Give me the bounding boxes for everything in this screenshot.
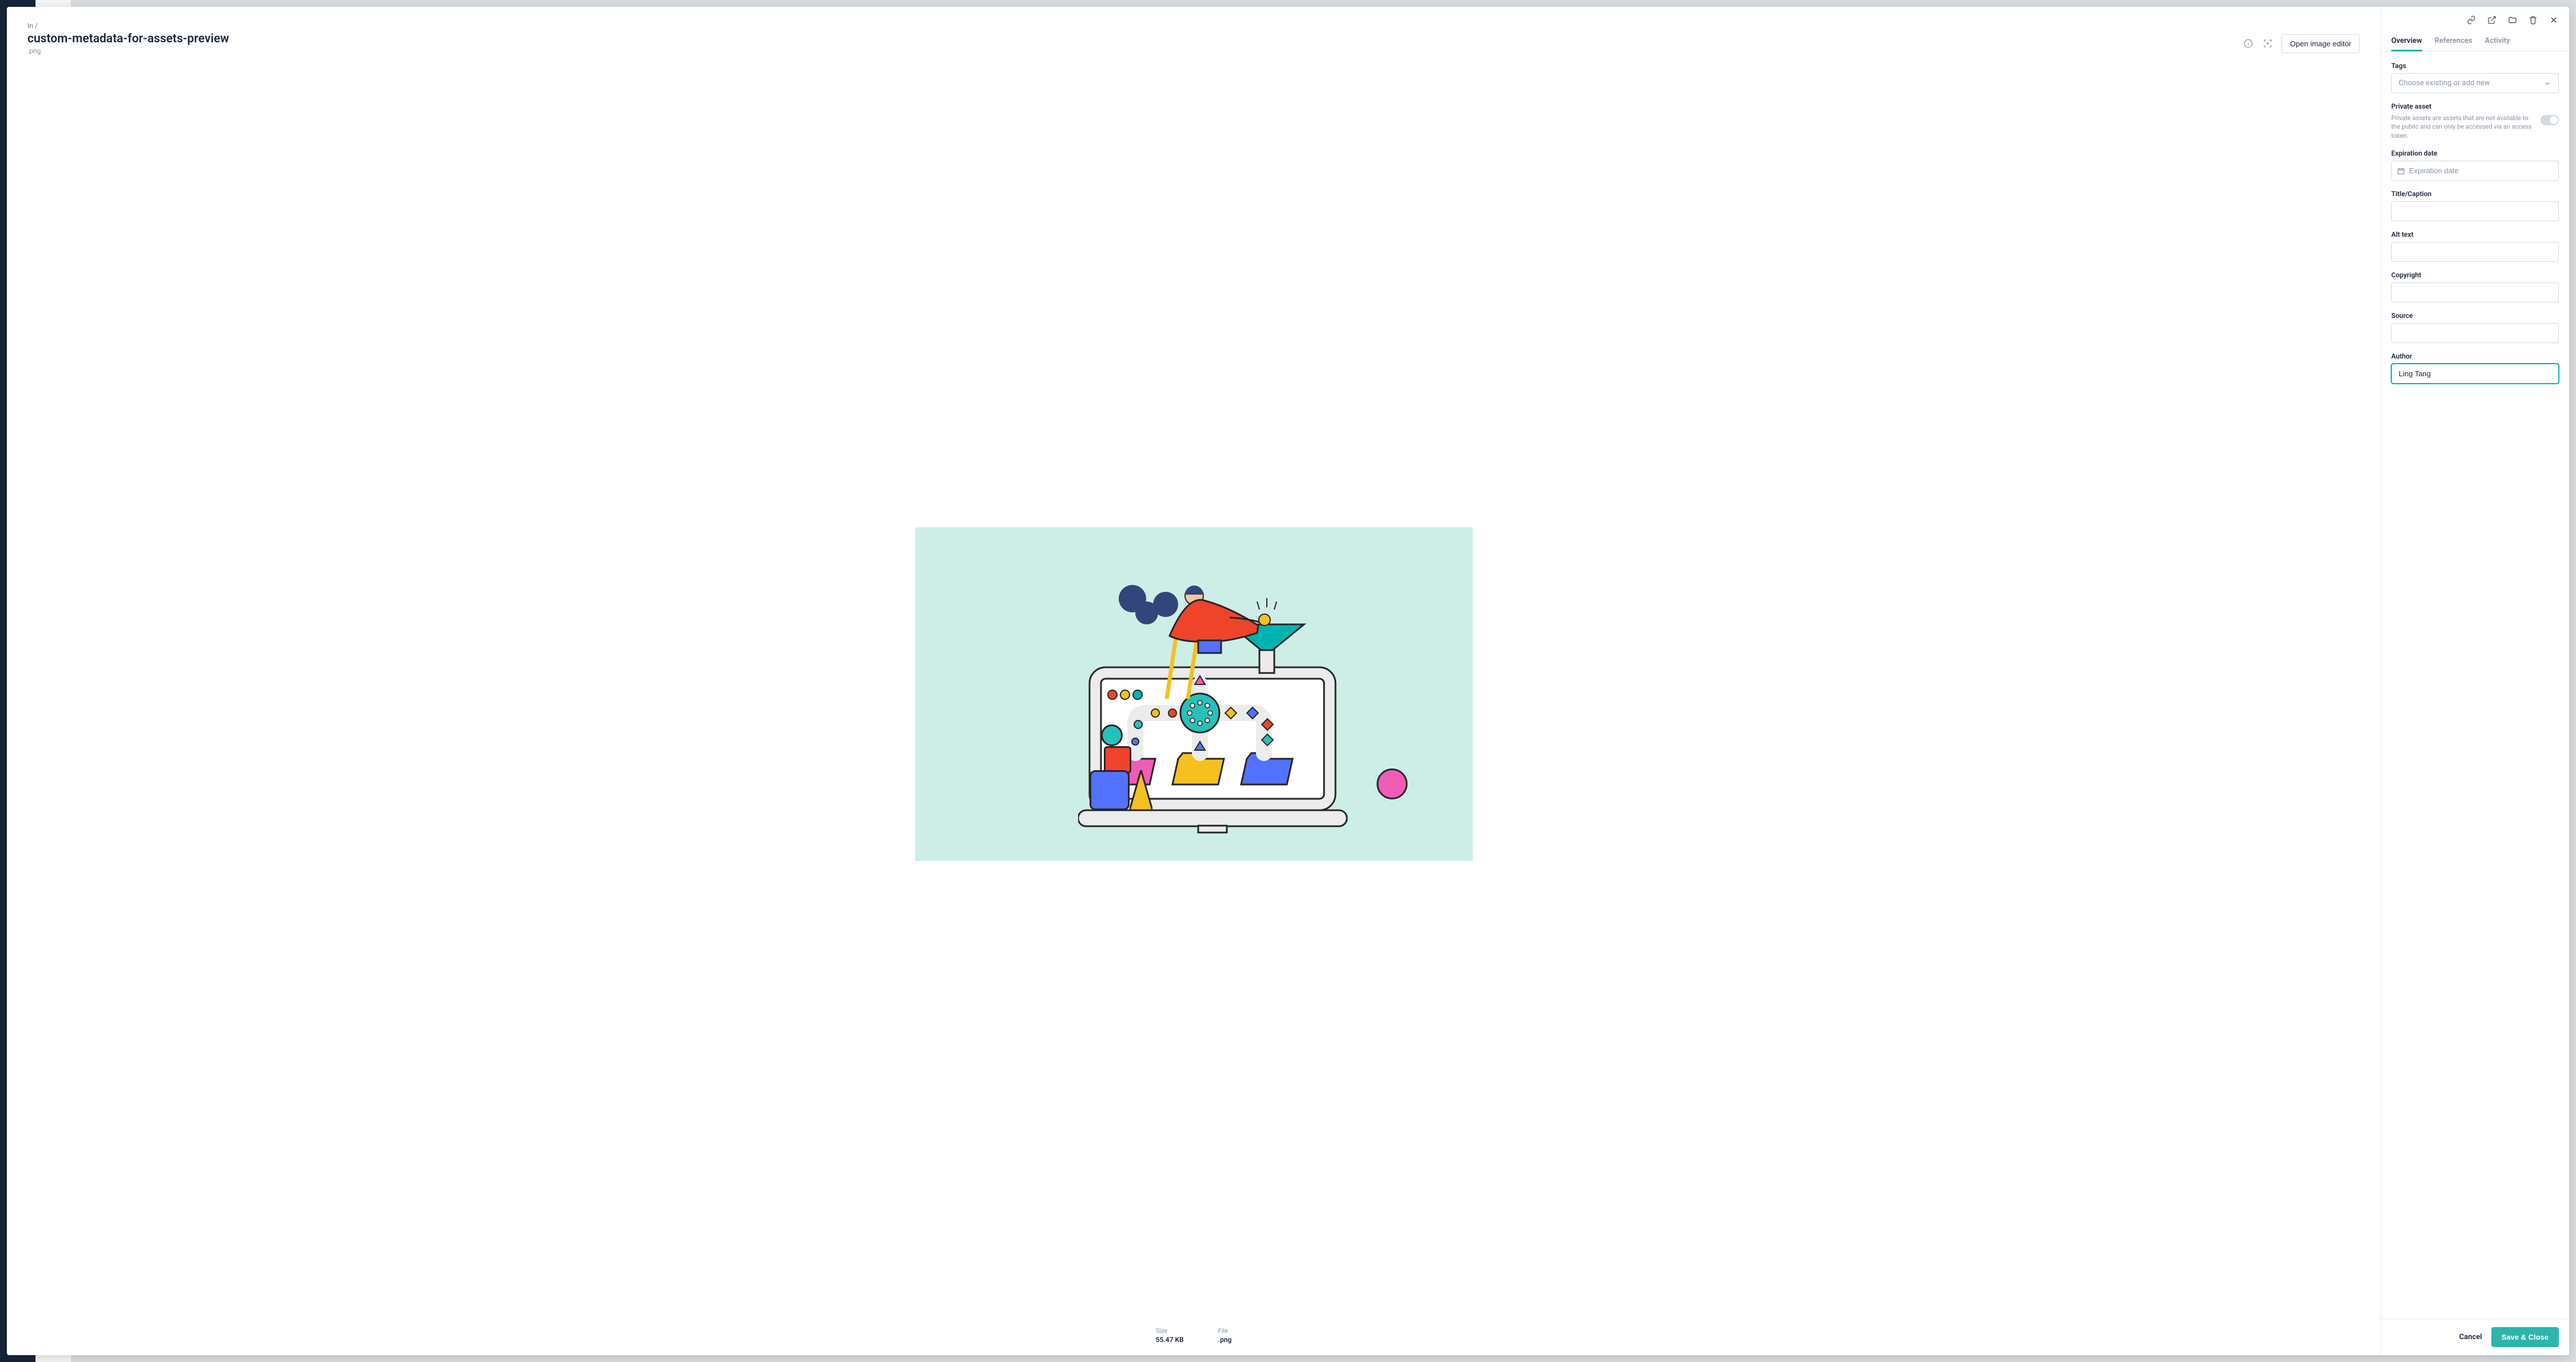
breadcrumb-sep: / bbox=[35, 22, 38, 30]
tags-select[interactable]: Choose existing or add new bbox=[2391, 73, 2559, 93]
asset-meta-row: Size 55.47 KB File .png bbox=[27, 1321, 2360, 1344]
asset-preview-image bbox=[915, 527, 1473, 861]
tags-label: Tags bbox=[2391, 62, 2559, 70]
illustration-shape bbox=[1377, 768, 1408, 799]
calendar-icon bbox=[2397, 167, 2405, 175]
asset-title: custom-metadata-for-assets-preview bbox=[27, 32, 229, 46]
illustration-shape bbox=[1104, 746, 1131, 774]
folder-icon[interactable] bbox=[2507, 15, 2518, 25]
close-icon[interactable] bbox=[2549, 15, 2559, 25]
tab-activity[interactable]: Activity bbox=[2485, 37, 2510, 51]
source-input[interactable] bbox=[2391, 323, 2559, 343]
private-asset-helper: Private assets are assets that are not a… bbox=[2391, 114, 2534, 140]
breadcrumb: In / bbox=[27, 22, 2360, 30]
external-link-icon[interactable] bbox=[2487, 15, 2497, 25]
meta-file-label: File bbox=[1218, 1327, 1232, 1335]
author-label: Author bbox=[2391, 352, 2559, 360]
asset-main-area: In / custom-metadata-for-assets-preview … bbox=[7, 7, 2380, 1355]
title-caption-label: Title/Caption bbox=[2391, 190, 2559, 198]
asset-extension: .png bbox=[27, 47, 229, 55]
tab-references[interactable]: References bbox=[2435, 37, 2472, 51]
expiration-input[interactable] bbox=[2391, 161, 2559, 181]
illustration-shape bbox=[1130, 770, 1152, 810]
focal-point-icon[interactable] bbox=[2262, 38, 2273, 49]
author-input[interactable] bbox=[2391, 364, 2559, 384]
private-asset-label: Private asset bbox=[2391, 102, 2559, 110]
tab-overview[interactable]: Overview bbox=[2391, 37, 2422, 51]
copyright-input[interactable] bbox=[2391, 282, 2559, 302]
expiration-label: Expiration date bbox=[2391, 149, 2559, 157]
trash-icon[interactable] bbox=[2528, 15, 2538, 25]
open-image-editor-button[interactable]: Open image editor bbox=[2281, 34, 2360, 53]
illustration-shape bbox=[1101, 724, 1123, 746]
meta-size-value: 55.47 KB bbox=[1156, 1336, 1184, 1344]
meta-size-label: Size bbox=[1156, 1327, 1184, 1335]
chevron-down-icon bbox=[2543, 79, 2551, 87]
tags-placeholder: Choose existing or add new bbox=[2399, 79, 2490, 87]
info-icon[interactable] bbox=[2243, 38, 2254, 49]
private-asset-toggle[interactable] bbox=[2541, 115, 2559, 125]
meta-file-value: .png bbox=[1218, 1336, 1232, 1344]
save-and-close-button[interactable]: Save & Close bbox=[2491, 1327, 2559, 1347]
alt-text-label: Alt text bbox=[2391, 230, 2559, 238]
alt-text-input[interactable] bbox=[2391, 242, 2559, 262]
cancel-button[interactable]: Cancel bbox=[2459, 1333, 2482, 1341]
breadcrumb-prefix: In bbox=[27, 22, 33, 30]
copyright-label: Copyright bbox=[2391, 271, 2559, 279]
source-label: Source bbox=[2391, 312, 2559, 320]
title-caption-input[interactable] bbox=[2391, 201, 2559, 221]
illustration-person bbox=[1115, 584, 1315, 699]
asset-detail-modal: In / custom-metadata-for-assets-preview … bbox=[7, 7, 2569, 1355]
panel-tabs: Overview References Activity bbox=[2381, 25, 2569, 51]
illustration-shape bbox=[1090, 770, 1130, 810]
link-icon[interactable] bbox=[2466, 15, 2476, 25]
asset-side-panel: Overview References Activity Tags Choose… bbox=[2380, 7, 2569, 1355]
